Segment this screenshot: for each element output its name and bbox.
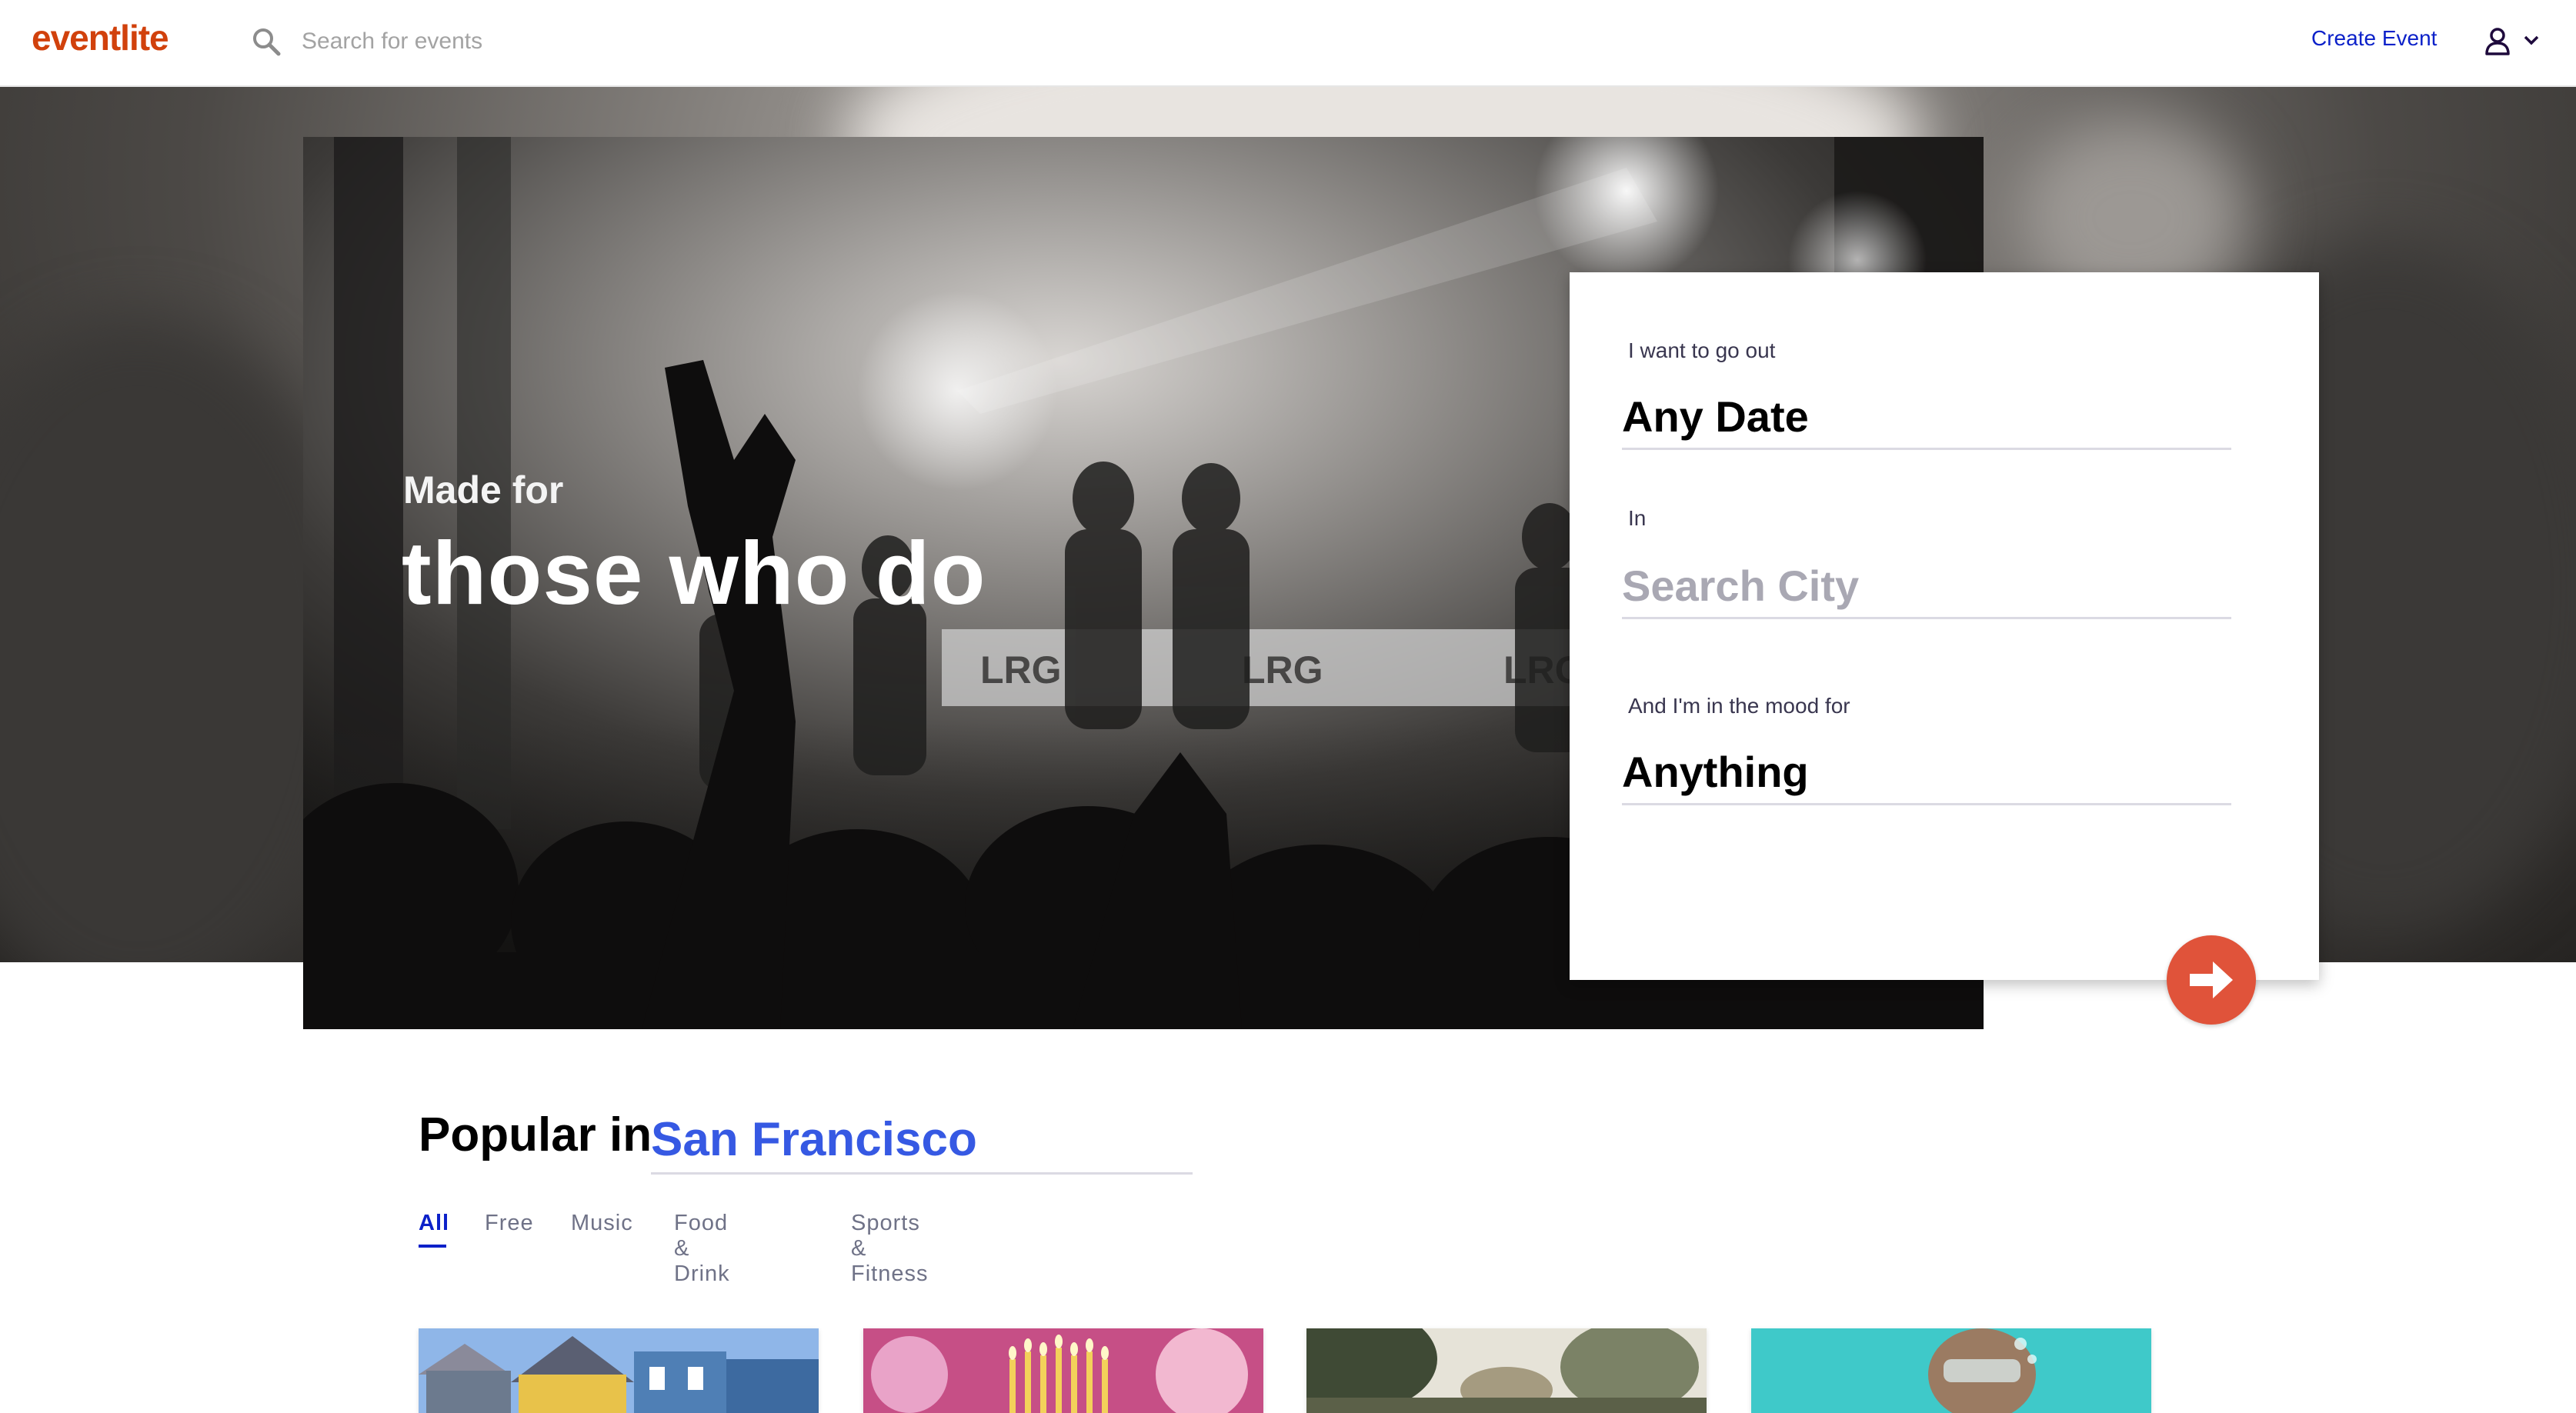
- event-card[interactable]: [1306, 1328, 1707, 1413]
- chevron-down-icon: [2524, 35, 2539, 46]
- eventlite-logo[interactable]: eventlite: [32, 17, 169, 58]
- tab-food-drink[interactable]: Food & Drink: [674, 1211, 730, 1287]
- popular-heading: Popular in: [419, 1108, 652, 1161]
- event-image-outdoors: [1306, 1328, 1707, 1413]
- mood-select[interactable]: Anything: [1622, 741, 2231, 805]
- event-card[interactable]: [419, 1328, 819, 1413]
- search-submit-button[interactable]: [2167, 935, 2256, 1025]
- tab-sports-fitness[interactable]: Sports & Fitness: [851, 1211, 928, 1287]
- search-icon: [251, 26, 282, 57]
- active-tab-indicator: [419, 1245, 446, 1248]
- date-label: I want to go out: [1628, 338, 1776, 362]
- event-card[interactable]: [1751, 1328, 2151, 1413]
- top-navigation-bar: eventlite Create Event: [0, 0, 2576, 87]
- event-image-underwater: [1751, 1328, 2151, 1413]
- tab-all[interactable]: All: [419, 1211, 450, 1248]
- tab-label: All: [419, 1211, 450, 1235]
- hero-tagline-big: those who do: [402, 523, 986, 623]
- event-search-card: I want to go out Any Date In Search City…: [1570, 272, 2319, 980]
- city-label: In: [1628, 506, 1647, 530]
- create-event-link[interactable]: Create Event: [2311, 26, 2437, 51]
- user-icon: [2484, 26, 2511, 57]
- svg-text:LRG: LRG: [980, 648, 1062, 692]
- account-menu-button[interactable]: [2484, 25, 2545, 58]
- search-events-input[interactable]: [300, 22, 1380, 62]
- date-select[interactable]: Any Date: [1622, 386, 2231, 450]
- city-search-input[interactable]: Search City: [1622, 555, 2231, 619]
- popular-city-selector[interactable]: San Francisco: [651, 1108, 1193, 1175]
- event-image-birthday: [863, 1328, 1263, 1413]
- svg-text:LRG: LRG: [1242, 648, 1323, 692]
- event-card[interactable]: [863, 1328, 1263, 1413]
- mood-label: And I'm in the mood for: [1628, 694, 1850, 718]
- tab-music[interactable]: Music: [571, 1211, 633, 1236]
- tab-free[interactable]: Free: [485, 1211, 534, 1236]
- event-image-houses: [419, 1328, 819, 1413]
- hero-tagline-small: Made for: [403, 468, 564, 512]
